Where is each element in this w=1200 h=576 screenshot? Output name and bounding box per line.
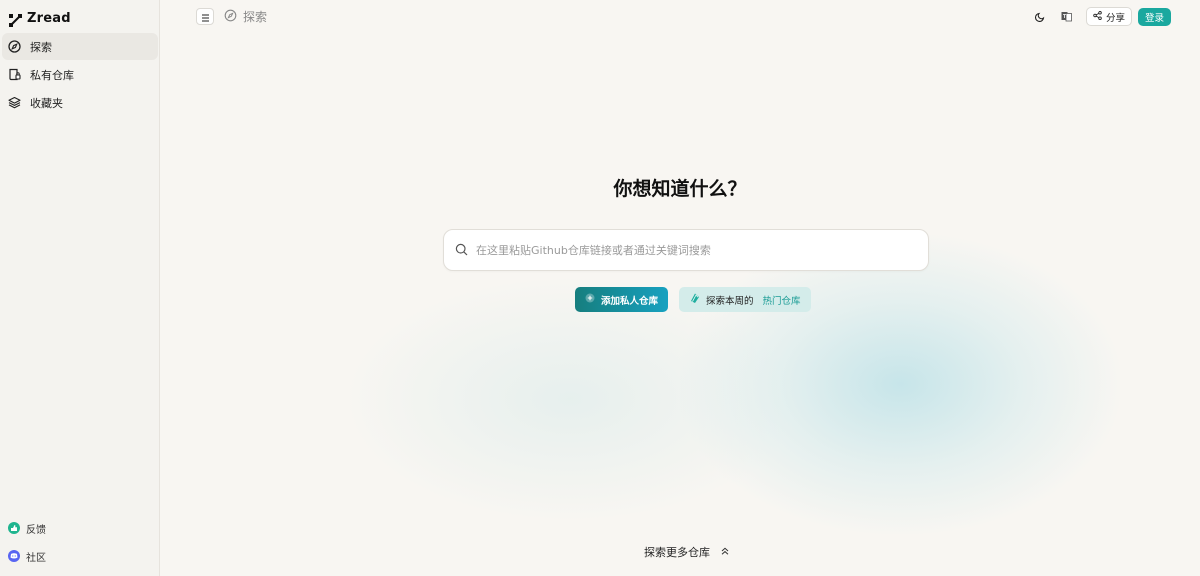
- sidebar-item-label: 私有仓库: [30, 68, 74, 82]
- background-glow-accent: [680, 234, 1120, 534]
- logo[interactable]: Zread: [9, 9, 71, 27]
- sidebar-item-private-repos[interactable]: 私有仓库: [2, 61, 158, 88]
- explore-hot-repos-button[interactable]: 探索本周的 热门仓库: [679, 287, 811, 312]
- toggle-sidebar-button[interactable]: [196, 8, 214, 25]
- share-label: 分享: [1105, 12, 1125, 24]
- sidebar-item-label: 探索: [30, 40, 52, 54]
- share-icon: [1093, 10, 1102, 23]
- hero-actions: 添加私人仓库 探索本周的 热门仓库: [575, 287, 811, 312]
- theme-toggle-button[interactable]: [1031, 7, 1051, 26]
- main-content: 你想知道什么？ 添加私人仓库: [160, 34, 1200, 576]
- breadcrumb: 探索: [224, 8, 267, 25]
- page-title: 你想知道什么？: [613, 178, 747, 200]
- feedback-link[interactable]: 反馈: [8, 518, 46, 538]
- add-private-repo-label: 添加私人仓库: [601, 295, 659, 307]
- search-box[interactable]: [443, 229, 929, 271]
- sparkle-icon: [689, 292, 701, 307]
- share-button[interactable]: 分享: [1085, 7, 1132, 26]
- explore-more-label: 探索更多仓库: [644, 546, 710, 559]
- sidebar-item-explore[interactable]: 探索: [2, 33, 158, 60]
- sidebar-item-label: 收藏夹: [30, 96, 63, 110]
- discord-icon: [8, 550, 20, 562]
- explore-label: 探索本周的: [706, 295, 754, 307]
- feedback-icon: [8, 522, 20, 534]
- search-input[interactable]: [476, 243, 928, 257]
- explore-more-repos-button[interactable]: 探索更多仓库: [644, 544, 730, 560]
- community-label: 社区: [26, 552, 46, 564]
- top-bar: 探索 分享 登录: [160, 0, 1200, 34]
- layers-icon: [8, 96, 21, 109]
- search-icon: [455, 241, 468, 260]
- plus-circle-icon: [585, 293, 595, 306]
- language-toggle-button[interactable]: [1057, 7, 1077, 26]
- add-private-repo-button[interactable]: 添加私人仓库: [575, 287, 669, 312]
- breadcrumb-label: 探索: [243, 10, 268, 24]
- menu-icon: [201, 7, 210, 26]
- sidebar-bottom-links: 反馈 社区: [8, 518, 46, 574]
- community-link[interactable]: 社区: [8, 546, 46, 566]
- logo-text: Zread: [27, 10, 71, 26]
- compass-icon: [224, 7, 237, 26]
- login-button[interactable]: 登录: [1137, 7, 1171, 26]
- hot-repos-label: 热门仓库: [762, 295, 801, 307]
- sidebar-nav: 探索 私有仓库 收藏夹: [0, 33, 160, 117]
- sidebar-item-favorites[interactable]: 收藏夹: [2, 89, 158, 116]
- sidebar: Zread 探索 私有仓库 收藏夹 反馈 社区: [0, 0, 160, 576]
- zread-logo-icon: [9, 12, 22, 27]
- header-actions: 分享 登录: [1031, 7, 1171, 26]
- moon-icon: [1035, 7, 1046, 26]
- private-repo-icon: [8, 68, 21, 81]
- feedback-label: 反馈: [26, 524, 46, 536]
- chevron-up-icon: [720, 546, 730, 559]
- compass-icon: [8, 40, 21, 53]
- translate-icon: [1061, 7, 1073, 26]
